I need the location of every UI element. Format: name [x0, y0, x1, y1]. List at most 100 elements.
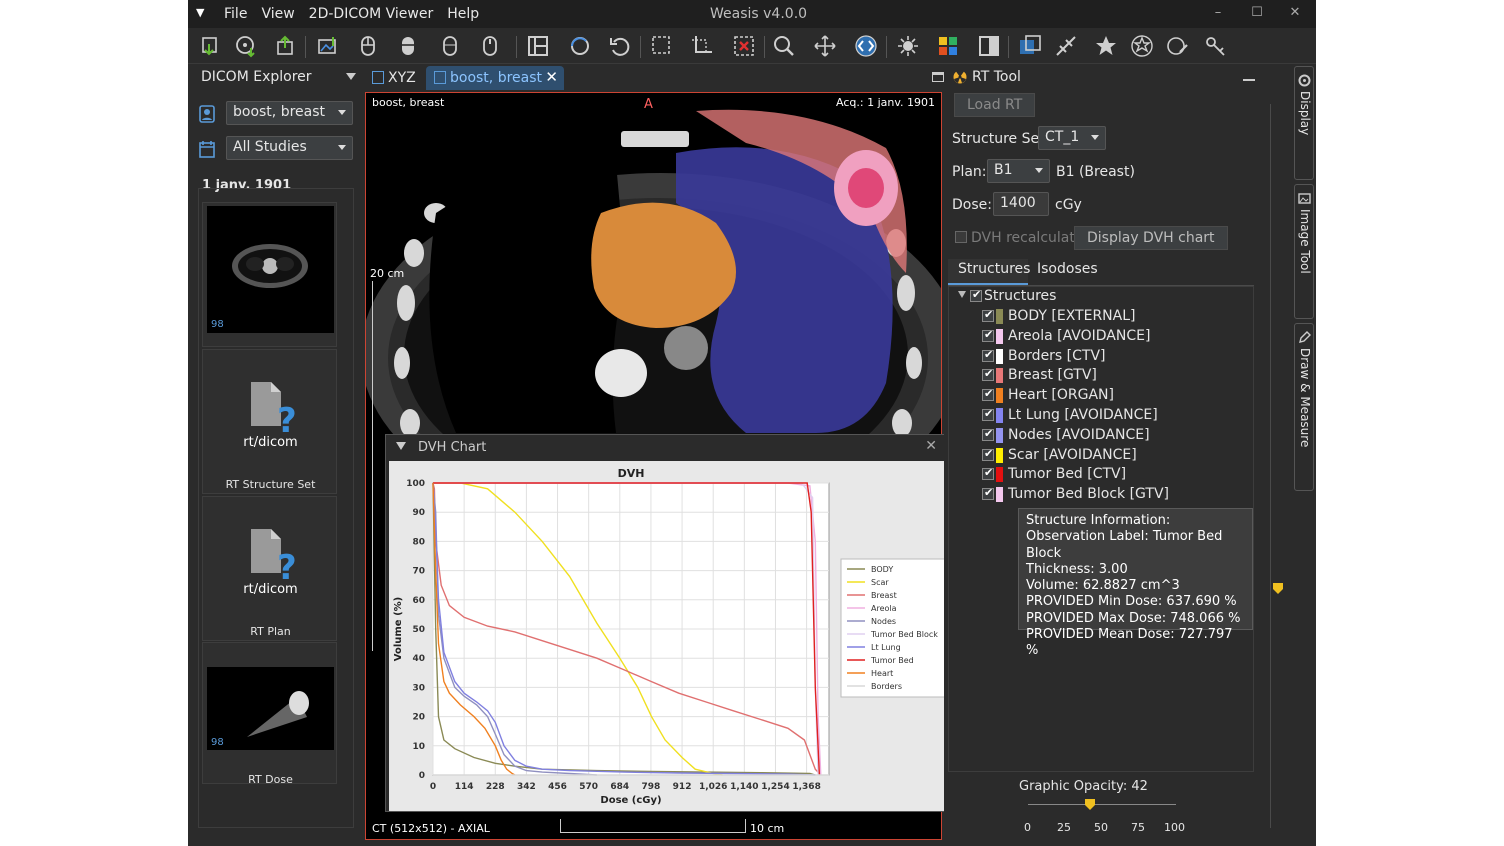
mouse-middle-icon[interactable]: [396, 34, 420, 58]
lut-icon[interactable]: [936, 34, 960, 58]
navigation-icon[interactable]: [854, 34, 878, 58]
key-icon[interactable]: [1204, 34, 1228, 58]
opacity-slider-thumb[interactable]: [1084, 798, 1096, 810]
dicom-explorer-panel: DICOM Explorer boost, breast All Studies…: [188, 64, 360, 846]
structures-root-checkbox[interactable]: [970, 288, 982, 302]
series-thumbnail-ct[interactable]: 98: [202, 202, 337, 347]
patient-select[interactable]: boost, breast: [226, 101, 353, 125]
structure-checkbox[interactable]: [982, 387, 994, 402]
studies-select-value: All Studies: [233, 139, 307, 155]
maximize-icon[interactable]: ☐: [1249, 5, 1265, 21]
structure-checkbox[interactable]: [982, 486, 994, 501]
dvh-close-icon[interactable]: ✕: [925, 438, 937, 454]
app-menu-icon[interactable]: ▼: [196, 6, 210, 20]
panel-menu-icon[interactable]: [346, 73, 356, 80]
import-cd-icon[interactable]: [234, 34, 258, 58]
dose-input[interactable]: 1400: [993, 192, 1049, 216]
menu-view[interactable]: View: [261, 6, 304, 22]
opacity-slider-track[interactable]: [1028, 804, 1176, 805]
measure-icon[interactable]: [1054, 34, 1078, 58]
series-thumbnail-rtdose[interactable]: 98 RT Dose: [202, 642, 337, 786]
series-thumbnail-rtplan[interactable]: ? rt/dicom RT Plan: [202, 496, 337, 641]
invert-icon[interactable]: [977, 34, 1001, 58]
structure-checkbox[interactable]: [982, 447, 994, 461]
side-tab-display[interactable]: Display: [1294, 66, 1314, 180]
structure-checkbox[interactable]: [982, 427, 994, 441]
patient-select-value: boost, breast: [233, 104, 326, 120]
structure-color-swatch: [996, 408, 1003, 423]
plan-select[interactable]: B1: [987, 159, 1050, 183]
title-bar: ▼ File View 2D-DICOM Viewer Help Weasis …: [188, 0, 1316, 28]
x-tick-label: 342: [517, 782, 536, 792]
structure-checkbox[interactable]: [982, 407, 994, 421]
import-dicom-icon[interactable]: [198, 34, 222, 58]
side-tab-draw-measure-label: Draw & Measure: [1298, 348, 1312, 448]
rtdose-thumb-count: 98: [211, 737, 224, 748]
export-image-icon[interactable]: [316, 34, 340, 58]
mouse-wheel-icon[interactable]: [478, 34, 502, 58]
studies-select[interactable]: All Studies: [226, 136, 353, 160]
dvh-window-menu-icon[interactable]: [396, 442, 406, 450]
rt-tool-panel: RT Tool Load RT Structure Set: CT_1 Plan…: [944, 64, 1258, 846]
menu-file[interactable]: File: [224, 6, 257, 22]
annotation-icon[interactable]: [1166, 34, 1190, 58]
unknown-file-icon: ?: [251, 529, 297, 583]
structure-checkbox[interactable]: [982, 328, 994, 342]
sync-icon[interactable]: [568, 34, 592, 58]
side-tab-image-tool[interactable]: Image Tool: [1294, 184, 1314, 319]
y-tick-label: 100: [406, 479, 425, 489]
side-tab-draw-measure[interactable]: Draw & Measure: [1294, 323, 1314, 491]
tab-xyz[interactable]: XYZ: [364, 66, 424, 90]
mouse-left-icon[interactable]: [356, 34, 380, 58]
panel-scrollbar[interactable]: [1270, 104, 1271, 828]
structure-checkbox[interactable]: [982, 367, 994, 382]
structure-checkbox[interactable]: [982, 308, 994, 322]
rtplan-caption: RT Plan: [250, 625, 291, 638]
dvh-chart-window[interactable]: DVH Chart ✕ 0 10 20 30 40 50 60 70 80 90 100 0 114 22…: [385, 434, 950, 812]
display-dvh-chart-button[interactable]: Display DVH chart: [1074, 226, 1228, 250]
tab-isodoses[interactable]: Isodoses: [1037, 261, 1098, 277]
chart-title: DVH: [618, 467, 645, 480]
rt-tool-icon[interactable]: [1018, 34, 1042, 58]
tab-boost-breast[interactable]: boost, breast ✕: [426, 66, 564, 90]
toolbar: [188, 28, 1316, 64]
legend-label: Heart: [871, 669, 893, 678]
menu-help[interactable]: Help: [447, 6, 489, 22]
close-icon[interactable]: ✕: [1287, 5, 1303, 21]
structure-checkbox[interactable]: [982, 348, 994, 362]
plan-description: B1 (Breast): [1056, 164, 1135, 180]
structure-checkbox[interactable]: [982, 466, 994, 481]
mouse-right-icon[interactable]: [438, 34, 462, 58]
legend-label: Nodes: [871, 617, 896, 626]
image-icon: [1298, 193, 1311, 204]
orientation-marker: A: [644, 97, 653, 112]
x-tick-label: 570: [579, 782, 598, 792]
favorite-icon[interactable]: [1094, 34, 1118, 58]
window-level-icon[interactable]: [896, 34, 920, 58]
export-icon[interactable]: [274, 34, 298, 58]
zoom-icon[interactable]: [772, 34, 796, 58]
delete-selection-icon[interactable]: [732, 34, 756, 58]
crop-icon[interactable]: [690, 34, 714, 58]
menu-2d-dicom-viewer[interactable]: 2D-DICOM Viewer: [309, 6, 444, 22]
dvh-recalculate-checkbox[interactable]: [955, 231, 967, 243]
layout-icon[interactable]: [526, 34, 550, 58]
panel-resize-handle-icon[interactable]: [1272, 582, 1284, 594]
ct-thumbnail-image: [207, 206, 334, 333]
reset-icon[interactable]: [608, 34, 632, 58]
cine-icon[interactable]: [1130, 34, 1154, 58]
minimize-icon[interactable]: –: [1210, 5, 1226, 21]
tree-expand-icon[interactable]: [958, 291, 966, 298]
rtstruct-icon-label: rt/dicom: [243, 435, 298, 450]
load-rt-button[interactable]: Load RT: [954, 93, 1036, 117]
scale-label: 20 cm: [370, 267, 405, 280]
close-tab-icon[interactable]: ✕: [545, 68, 558, 86]
select-region-icon[interactable]: [650, 34, 674, 58]
minimize-panel-icon[interactable]: [1243, 79, 1255, 81]
x-tick-label: 114: [455, 782, 474, 792]
rt-tool-title: RT Tool: [972, 69, 1021, 85]
maximize-view-icon[interactable]: [932, 72, 944, 82]
series-thumbnail-rtstruct[interactable]: ? rt/dicom RT Structure Set: [202, 349, 337, 494]
structure-set-select[interactable]: CT_1: [1038, 126, 1106, 150]
pan-icon[interactable]: [813, 34, 837, 58]
